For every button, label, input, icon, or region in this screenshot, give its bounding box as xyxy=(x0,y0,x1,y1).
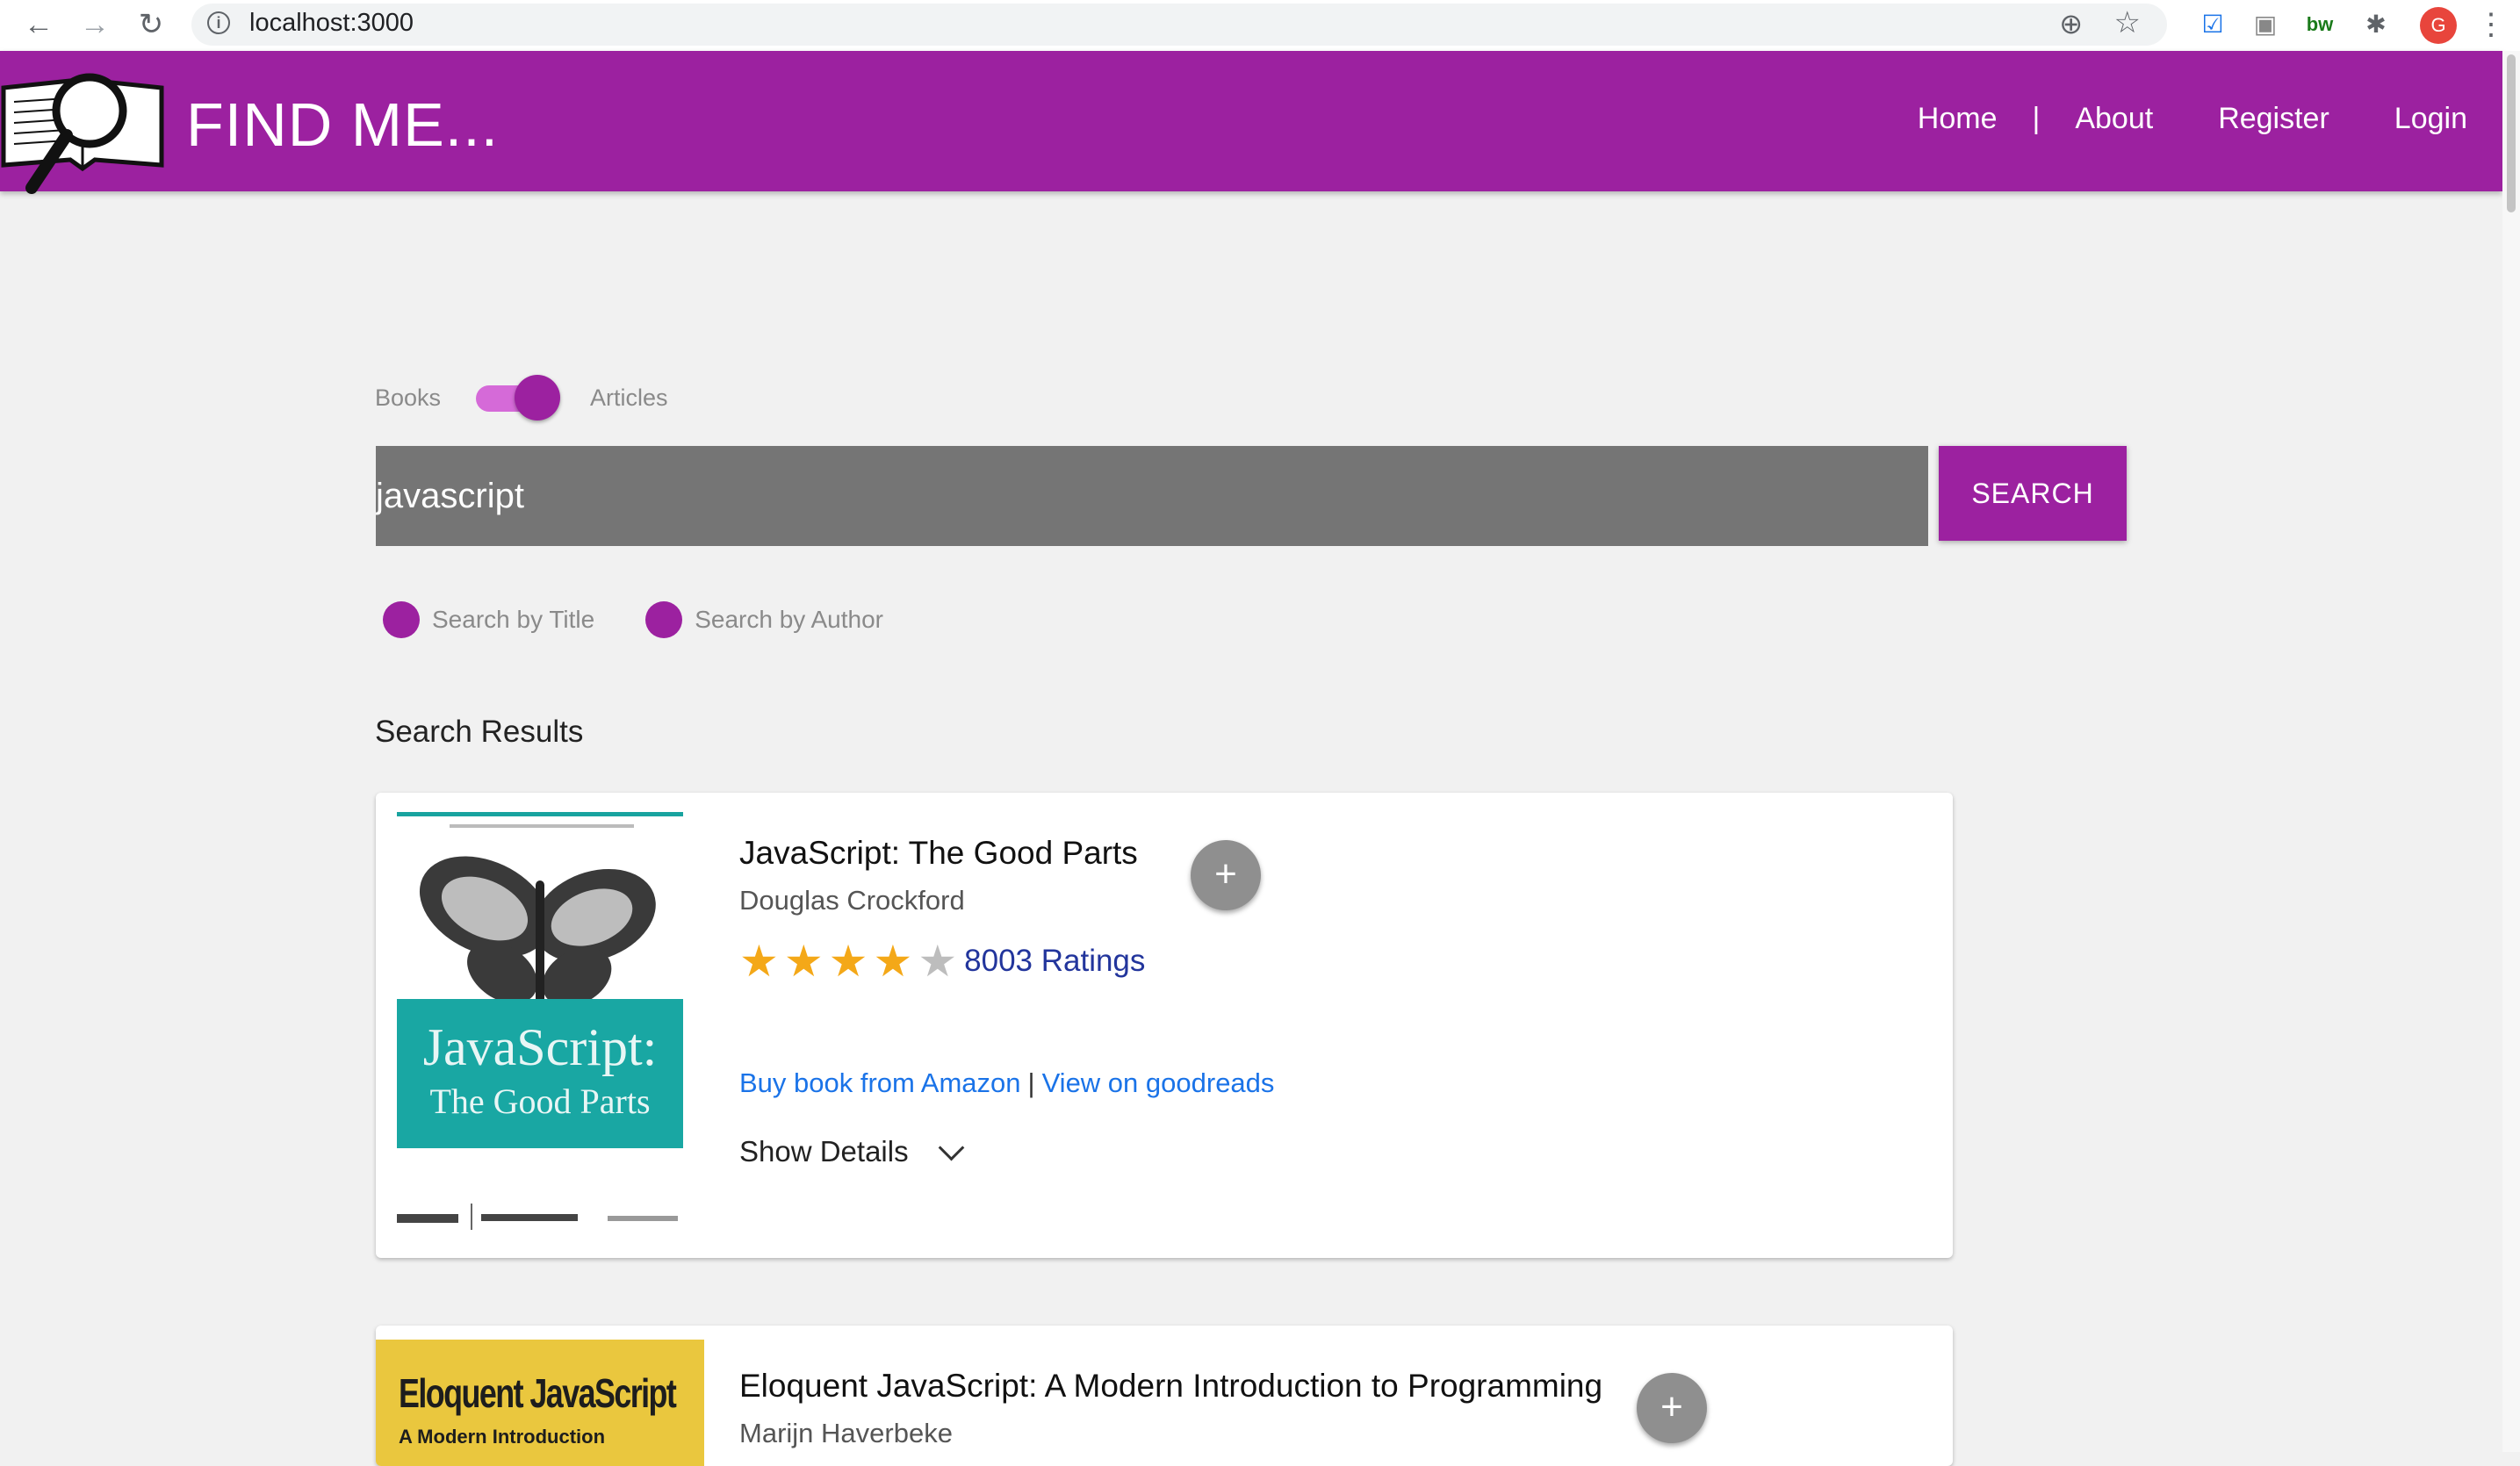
result-card: JavaScript: The Good Parts JavaScript: T… xyxy=(376,793,1953,1258)
ratings-count-link[interactable]: 8003 Ratings xyxy=(964,944,1145,979)
brand-title[interactable]: FIND ME... xyxy=(186,90,499,160)
site-info-icon[interactable]: i xyxy=(207,11,230,34)
search-by-title-label[interactable]: Search by Title xyxy=(432,606,594,634)
search-input[interactable] xyxy=(376,446,1928,546)
star-full-icon: ★ xyxy=(783,937,824,986)
extension-check-icon[interactable]: ☑ xyxy=(2193,5,2232,44)
page-scrollbar[interactable] xyxy=(2502,51,2520,1452)
search-options: Search by Title Search by Author xyxy=(383,601,934,638)
book-author: Marijn Haverbeke xyxy=(739,1418,953,1448)
main-nav: Home | About Register Login xyxy=(1853,102,2467,136)
bookmark-star-icon[interactable]: ☆ xyxy=(2114,5,2141,40)
switch-thumb[interactable] xyxy=(515,375,561,420)
add-book-button[interactable]: + xyxy=(1637,1373,1707,1443)
profile-avatar[interactable]: G xyxy=(2420,7,2457,44)
reload-icon[interactable]: ↻ xyxy=(132,5,170,44)
book-cover-image[interactable]: JavaScript: The Good Parts xyxy=(397,810,683,1242)
star-full-icon: ★ xyxy=(828,937,868,986)
cover-title: Eloquent JavaScript xyxy=(399,1370,677,1416)
extension-cast-icon[interactable]: ▣ xyxy=(2246,5,2285,44)
chevron-down-icon[interactable] xyxy=(938,1134,964,1161)
forward-arrow-icon[interactable]: → xyxy=(76,5,114,44)
source-toggle-row: Books Articles xyxy=(375,373,668,422)
result-card: Eloquent JavaScript A Modern Introductio… xyxy=(376,1326,1953,1466)
cover-title-line2: The Good Parts xyxy=(429,1082,650,1121)
browser-toolbar: ← → ↻ i localhost:3000 ⊕ ☆ ☑ ▣ bw ✱ G ⋮ xyxy=(0,0,2520,52)
show-details-label[interactable]: Show Details xyxy=(739,1135,909,1168)
radio-search-by-title[interactable] xyxy=(383,601,420,638)
zoom-icon[interactable]: ⊕ xyxy=(2059,7,2083,40)
nav-login-link[interactable]: Login xyxy=(2394,102,2467,136)
book-title[interactable]: Eloquent JavaScript: A Modern Introducti… xyxy=(739,1368,1602,1405)
star-full-icon: ★ xyxy=(873,937,913,986)
book-cover-image[interactable]: Eloquent JavaScript A Modern Introductio… xyxy=(376,1340,704,1466)
rating-stars: ★ ★ ★ ★ ★ 8003 Ratings xyxy=(739,938,1145,985)
book-magnifier-logo-icon[interactable] xyxy=(0,63,167,195)
extension-bw-icon[interactable]: bw xyxy=(2300,5,2339,44)
nav-register-link[interactable]: Register xyxy=(2218,102,2329,136)
cover-subtitle: A Modern Introduction xyxy=(399,1426,606,1448)
nav-about-link[interactable]: About xyxy=(2075,102,2153,136)
nav-separator: | xyxy=(2032,102,2041,135)
book-author: Douglas Crockford xyxy=(739,885,965,916)
search-button[interactable]: SEARCH xyxy=(1939,446,2127,541)
toggle-books-label: Books xyxy=(375,384,442,411)
app-header: FIND ME... Home | About Register Login xyxy=(0,51,2502,194)
book-title[interactable]: JavaScript: The Good Parts xyxy=(739,835,1138,872)
search-field[interactable] xyxy=(376,446,1928,546)
search-results-heading: Search Results xyxy=(375,715,584,749)
back-arrow-icon[interactable]: ← xyxy=(19,5,58,44)
book-links: Buy book from Amazon | View on goodreads xyxy=(739,1067,1274,1099)
search-by-author-label[interactable]: Search by Author xyxy=(695,606,883,634)
show-details-toggle[interactable]: Show Details xyxy=(739,1134,964,1168)
toggle-articles-label: Articles xyxy=(590,384,668,411)
radio-search-by-author[interactable] xyxy=(645,601,683,638)
buy-amazon-link[interactable]: Buy book from Amazon xyxy=(739,1067,1021,1098)
url-text[interactable]: localhost:3000 xyxy=(249,9,414,38)
add-book-button[interactable]: + xyxy=(1191,840,1261,910)
books-articles-switch[interactable] xyxy=(476,373,561,422)
star-full-icon: ★ xyxy=(739,937,779,986)
extensions-puzzle-icon[interactable]: ✱ xyxy=(2357,5,2395,44)
address-bar[interactable]: i localhost:3000 ⊕ ☆ xyxy=(191,4,2167,46)
star-empty-icon: ★ xyxy=(918,937,958,986)
cover-title-line1: JavaScript: xyxy=(423,1018,658,1076)
scrollbar-thumb[interactable] xyxy=(2507,54,2516,212)
link-divider: | xyxy=(1027,1067,1035,1098)
nav-home-link[interactable]: Home xyxy=(1918,102,1998,136)
browser-menu-icon[interactable]: ⋮ xyxy=(2476,5,2506,44)
goodreads-link[interactable]: View on goodreads xyxy=(1042,1067,1275,1098)
